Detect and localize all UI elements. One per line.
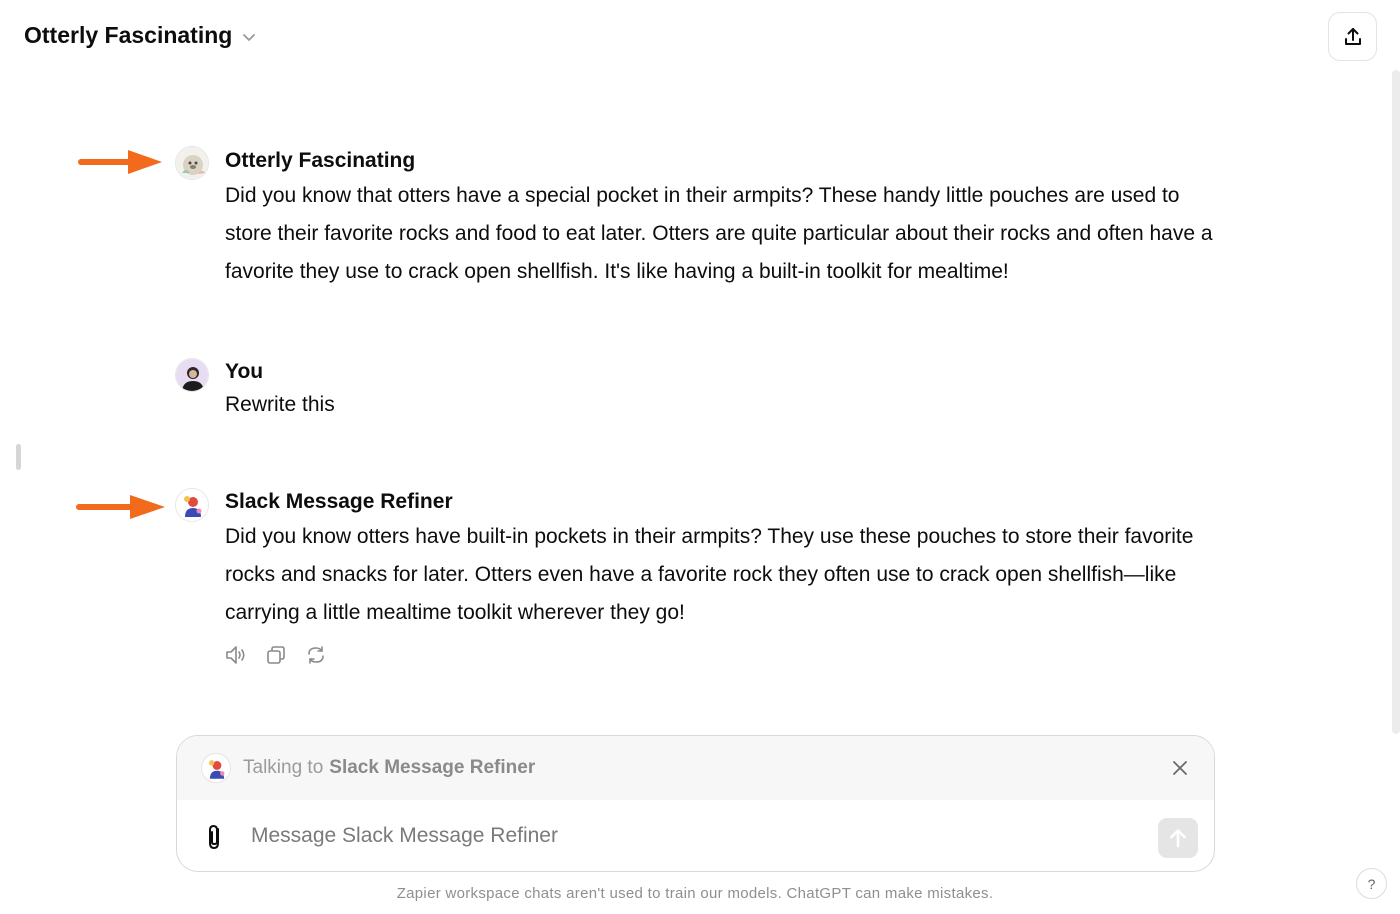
scrollbar[interactable] [1392,70,1400,734]
help-button[interactable]: ? [1356,868,1387,899]
message-actions [224,643,328,667]
message-text: Rewrite this [225,393,335,416]
share-button[interactable] [1328,12,1377,61]
chevron-down-icon [243,34,256,41]
message-author: Slack Message Refiner [225,490,453,513]
disclaimer-text: Zapier workspace chats aren't used to tr… [396,885,994,902]
message-composer: Talking to Slack Message Refiner [176,735,1215,872]
arrow-up-icon [1170,829,1186,848]
attach-paperclip-icon[interactable] [203,822,227,852]
message-text: Did you know that otters have a special … [225,184,1213,283]
regenerate-icon [308,646,324,664]
copy-button[interactable] [264,643,288,667]
message-author: You [225,360,264,383]
message-input[interactable] [251,818,1131,854]
user-avatar [175,358,209,392]
close-icon[interactable] [1170,758,1190,778]
annotation-arrow-icon [76,495,165,519]
talking-to-banner: Talking to Slack Message Refiner [177,736,1214,800]
read-aloud-icon [226,646,245,664]
otter-gpt-avatar [175,146,209,180]
sidebar-resize-handle[interactable] [16,444,21,470]
composer-input-row [177,800,1214,871]
regenerate-button[interactable] [304,643,328,667]
talking-to-gpt-name: Slack Message Refiner [329,757,536,778]
slack-refiner-gpt-avatar [201,753,231,783]
read-aloud-button[interactable] [224,643,248,667]
send-button[interactable] [1158,818,1198,858]
annotation-arrow-icon [78,150,162,174]
slack-refiner-gpt-avatar [175,488,209,522]
conversation-title: Otterly Fascinating [24,22,233,48]
talking-to-label: Talking to [243,757,324,778]
message-text: Did you know otters have built-in pocket… [225,525,1194,624]
copy-icon [267,646,285,664]
share-upload-icon [1344,27,1361,45]
conversation-title-dropdown[interactable]: Otterly Fascinating [24,22,258,49]
message-author: Otterly Fascinating [225,149,416,172]
